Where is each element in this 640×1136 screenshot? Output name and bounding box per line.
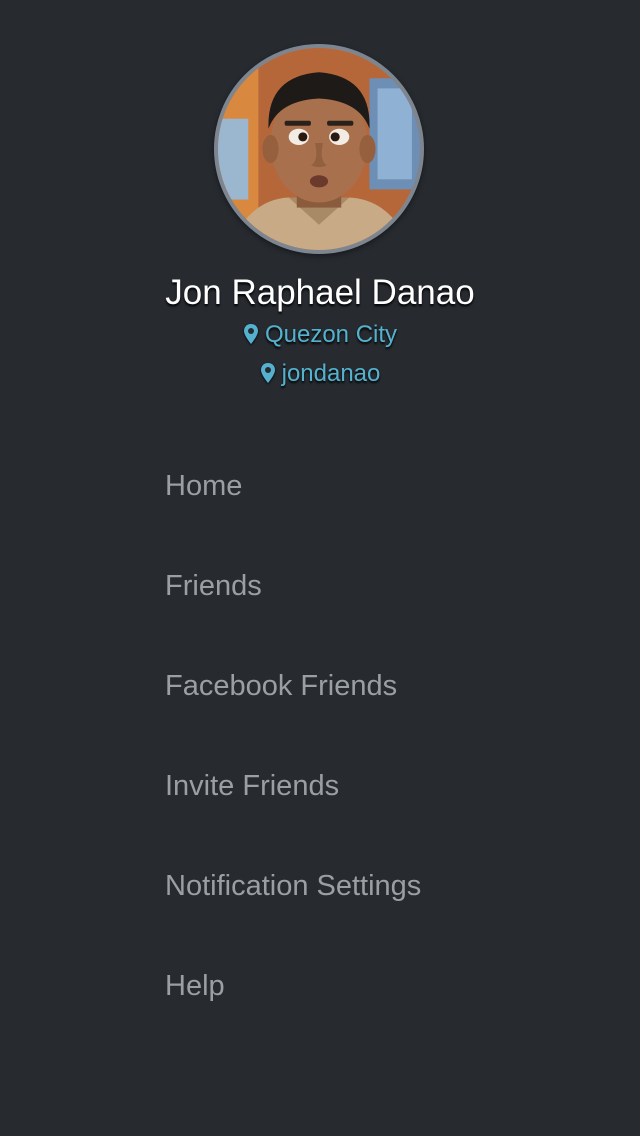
menu-item-invite-friends[interactable]: Invite Friends (0, 736, 640, 836)
menu-item-home[interactable]: Home (0, 436, 640, 536)
menu-item-friends[interactable]: Friends (0, 536, 640, 636)
profile-name: Jon Raphael Danao (165, 273, 475, 312)
location-text: Quezon City (264, 321, 398, 348)
menu-item-help[interactable]: Help (0, 936, 640, 1036)
profile-location: Quezon City (0, 320, 640, 350)
profile-header: Jon Raphael Danao Quezon City jondanao (0, 0, 640, 420)
map-pin-icon (243, 323, 259, 345)
side-menu: Home Friends Facebook Friends Invite Fri… (0, 436, 640, 1036)
avatar-photo (218, 48, 420, 250)
profile-username: jondanao (0, 359, 640, 389)
menu-item-facebook-friends[interactable]: Facebook Friends (0, 636, 640, 736)
map-pin-icon (260, 362, 276, 384)
menu-item-notification-settings[interactable]: Notification Settings (0, 836, 640, 936)
avatar[interactable] (214, 44, 424, 254)
username-text: jondanao (281, 360, 381, 387)
